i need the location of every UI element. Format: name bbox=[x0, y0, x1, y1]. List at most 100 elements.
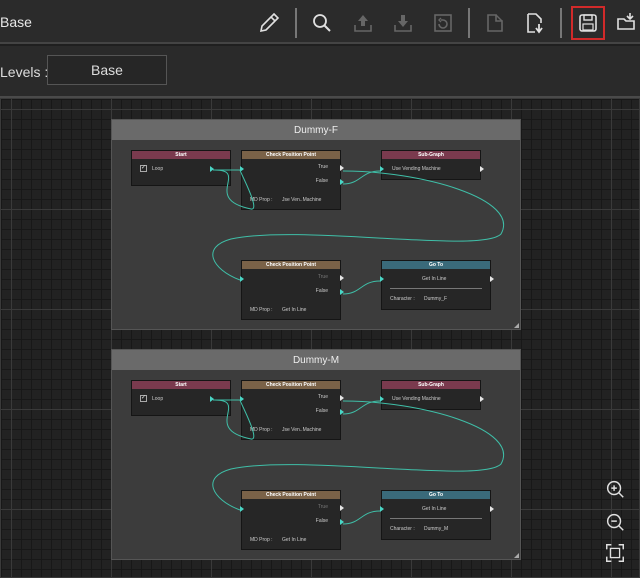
subgraph-value: Use Vending Machine bbox=[392, 166, 441, 172]
false-pin[interactable] bbox=[340, 519, 344, 525]
zoom-in-icon bbox=[606, 480, 624, 498]
false-pin[interactable] bbox=[340, 179, 344, 185]
character-value: Dummy_M bbox=[424, 526, 449, 532]
check-position-node[interactable]: Check Position Point True False MD Prop … bbox=[240, 260, 344, 320]
true-pin[interactable] bbox=[340, 275, 344, 281]
output-pin[interactable] bbox=[210, 396, 214, 402]
fit-view-icon bbox=[606, 544, 624, 562]
search-button[interactable] bbox=[307, 8, 337, 38]
check-position-node[interactable]: Check Position Point True False MD Prop … bbox=[240, 380, 344, 440]
eyedropper-button[interactable] bbox=[254, 8, 284, 38]
paste-doc-button[interactable] bbox=[480, 8, 510, 38]
input-pin[interactable] bbox=[380, 396, 384, 402]
input-pin[interactable] bbox=[380, 506, 384, 512]
false-label: False bbox=[315, 518, 328, 524]
group-dummy-f[interactable]: Dummy-F Start ✓ Loop Check Position Poin… bbox=[111, 119, 521, 330]
node-header: Sub-Graph bbox=[382, 381, 480, 389]
paste-doc-icon bbox=[487, 14, 503, 32]
prop-value: Jse Ven..Machine bbox=[282, 197, 322, 203]
folder-open-icon bbox=[617, 13, 635, 30]
toolbar-separator bbox=[468, 8, 470, 38]
prop-value: Get In Line bbox=[282, 307, 307, 313]
goto-node[interactable]: Go To Get In Line Character : Dummy_F bbox=[380, 260, 494, 310]
output-pin[interactable] bbox=[490, 506, 494, 512]
fit-view-button[interactable] bbox=[602, 540, 628, 566]
window-title: Base bbox=[0, 14, 32, 30]
output-pin[interactable] bbox=[210, 166, 214, 172]
subgraph-node[interactable]: Sub-Graph Use Vending Machine bbox=[380, 380, 484, 410]
true-pin[interactable] bbox=[340, 505, 344, 511]
import-down-button[interactable] bbox=[388, 8, 418, 38]
resize-handle[interactable] bbox=[514, 323, 519, 328]
character-label: Character : bbox=[390, 526, 415, 532]
node-header: Check Position Point bbox=[242, 381, 340, 389]
node-header: Check Position Point bbox=[242, 261, 340, 269]
check-position-node[interactable]: Check Position Point True False MD Prop … bbox=[240, 150, 344, 210]
true-label: True bbox=[317, 164, 328, 170]
group-title: Dummy-M bbox=[112, 350, 520, 370]
import-down-icon bbox=[394, 15, 412, 32]
loop-checkbox[interactable]: ✓ bbox=[140, 165, 147, 172]
prop-value: Jse Ven..Machine bbox=[282, 427, 322, 433]
false-pin[interactable] bbox=[340, 289, 344, 295]
eyedropper-icon bbox=[259, 12, 280, 33]
group-dummy-m[interactable]: Dummy-M Start ✓ Loop Check Position Poin… bbox=[111, 349, 521, 560]
input-pin[interactable] bbox=[380, 166, 384, 172]
graph-canvas[interactable]: Dummy-F Start ✓ Loop Check Position Poin… bbox=[0, 98, 640, 578]
levels-field[interactable]: Base bbox=[47, 55, 167, 85]
loop-label: Loop bbox=[152, 396, 164, 402]
false-pin[interactable] bbox=[340, 409, 344, 415]
output-pin[interactable] bbox=[480, 396, 484, 402]
save-icon bbox=[579, 14, 597, 32]
input-pin[interactable] bbox=[240, 506, 244, 512]
loop-label: Loop bbox=[152, 166, 164, 172]
levels-bar: Levels : Base bbox=[0, 46, 640, 98]
zoom-out-button[interactable] bbox=[602, 509, 628, 535]
prop-label: MD Prop : bbox=[250, 307, 273, 313]
toolbar-separator bbox=[560, 8, 562, 38]
true-label: True bbox=[317, 274, 328, 280]
prop-label: MD Prop : bbox=[250, 537, 273, 543]
true-label: True bbox=[317, 394, 328, 400]
node-header: Start bbox=[132, 151, 230, 159]
group-title: Dummy-F bbox=[112, 120, 520, 140]
node-header: Check Position Point bbox=[242, 151, 340, 159]
input-pin[interactable] bbox=[240, 396, 244, 402]
node-divider bbox=[390, 518, 482, 519]
resize-handle[interactable] bbox=[514, 553, 519, 558]
levels-label: Levels : bbox=[0, 64, 49, 80]
true-pin[interactable] bbox=[340, 165, 344, 171]
input-pin[interactable] bbox=[240, 276, 244, 282]
true-label: True bbox=[317, 504, 328, 510]
goto-value: Get In Line bbox=[422, 276, 447, 282]
true-pin[interactable] bbox=[340, 395, 344, 401]
false-label: False bbox=[315, 288, 328, 294]
loop-checkbox[interactable]: ✓ bbox=[140, 395, 147, 402]
check-position-node[interactable]: Check Position Point True False MD Prop … bbox=[240, 490, 344, 550]
document-download-button[interactable] bbox=[520, 8, 550, 38]
character-value: Dummy_F bbox=[424, 296, 448, 302]
toolbar: Base bbox=[0, 0, 640, 44]
node-header: Go To bbox=[382, 491, 490, 499]
save-button[interactable] bbox=[571, 6, 605, 40]
node-header: Sub-Graph bbox=[382, 151, 480, 159]
prop-label: MD Prop : bbox=[250, 427, 273, 433]
zoom-in-button[interactable] bbox=[602, 476, 628, 502]
export-up-button[interactable] bbox=[348, 8, 378, 38]
input-pin[interactable] bbox=[240, 166, 244, 172]
zoom-out-icon bbox=[606, 513, 624, 531]
node-divider bbox=[390, 288, 482, 289]
start-node[interactable]: Start ✓ Loop bbox=[131, 150, 231, 186]
output-pin[interactable] bbox=[480, 166, 484, 172]
subgraph-node[interactable]: Sub-Graph Use Vending Machine bbox=[380, 150, 484, 180]
output-pin[interactable] bbox=[490, 276, 494, 282]
character-label: Character : bbox=[390, 296, 415, 302]
refresh-button[interactable] bbox=[428, 8, 458, 38]
export-up-icon bbox=[354, 15, 372, 32]
goto-node[interactable]: Go To Get In Line Character : Dummy_M bbox=[380, 490, 494, 540]
start-node[interactable]: Start ✓ Loop bbox=[131, 380, 231, 416]
document-download-icon bbox=[527, 13, 543, 34]
folder-open-button[interactable] bbox=[612, 8, 640, 38]
toolbar-separator bbox=[295, 8, 297, 38]
input-pin[interactable] bbox=[380, 276, 384, 282]
